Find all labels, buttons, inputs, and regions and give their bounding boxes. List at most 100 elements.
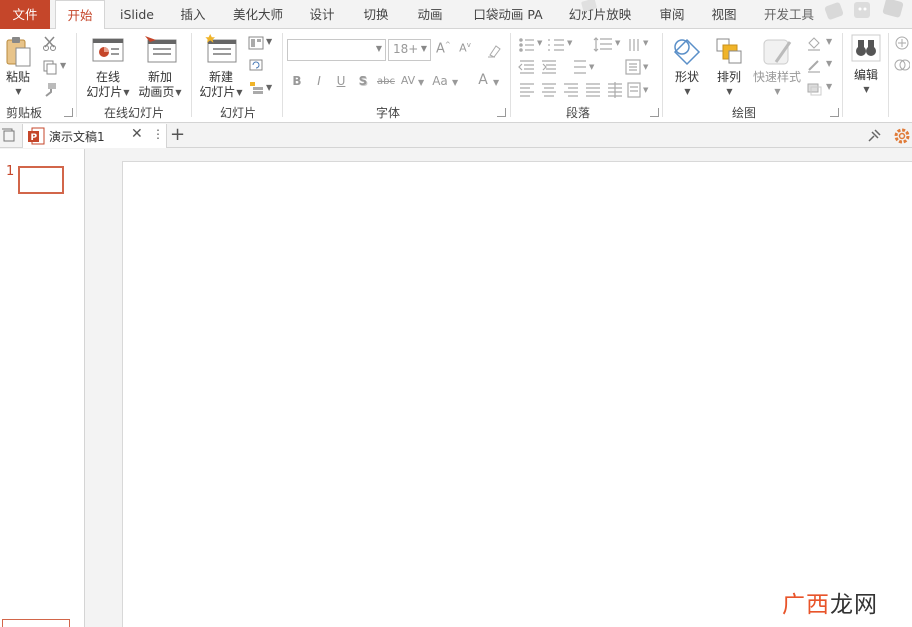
new-animation-page-icon xyxy=(145,36,177,63)
shapes-button[interactable]: 形状 ▼ xyxy=(668,34,706,100)
font-size-combobox[interactable]: 18+ ▼ xyxy=(388,39,431,61)
partial-thumbnail[interactable] xyxy=(2,619,70,627)
copy-dropdown-icon[interactable]: ▼ xyxy=(60,61,66,70)
grow-font-button[interactable]: A^ xyxy=(436,41,451,56)
paragraph-group-label: 段落 xyxy=(565,106,590,120)
svg-text:▼: ▼ xyxy=(537,39,543,47)
section-icon[interactable] xyxy=(248,80,264,96)
online-slide-button[interactable]: 在线 幻灯片▼ xyxy=(82,34,134,100)
new-slide-dropdown-icon: ▼ xyxy=(236,88,243,97)
shape-effects-icon[interactable] xyxy=(806,80,822,96)
find-binoculars-icon xyxy=(851,34,881,62)
clipboard-launcher-icon[interactable] xyxy=(64,108,73,117)
font-name-combobox[interactable]: ▼ xyxy=(287,39,386,61)
section-dropdown-icon[interactable]: ▼ xyxy=(266,83,272,92)
new-slide-button[interactable]: 新建 幻灯片▼ xyxy=(195,34,247,100)
close-tab-icon[interactable]: ✕ xyxy=(131,126,143,142)
strikethrough-button[interactable]: abc xyxy=(375,76,397,87)
more-options-icon[interactable]: ⋮ xyxy=(152,127,164,141)
new-animation-page-button[interactable]: 新加 动画页▼ xyxy=(134,34,186,100)
layout-icon[interactable] xyxy=(248,35,264,51)
open-documents-icon[interactable] xyxy=(1,128,17,144)
svg-text:▼: ▼ xyxy=(643,39,649,47)
powerpoint-window: 文件 开始 iSlide 插入 美化大师 设计 切换 动画 口袋动画 PA 幻灯… xyxy=(0,0,912,627)
font-color-dropdown-icon[interactable]: ▼ xyxy=(493,78,499,87)
tab-pocket-animation[interactable]: 口袋动画 PA xyxy=(468,0,548,29)
font-name-dropdown-icon: ▼ xyxy=(375,44,382,53)
arrange-label: 排列 xyxy=(716,70,741,84)
shape-fill-dropdown-icon[interactable]: ▼ xyxy=(826,37,832,46)
shrink-font-button[interactable]: Av xyxy=(458,41,472,55)
ribbon-home: 粘贴 ▼ ▼ 剪贴板 在线 幻灯片▼ 新加 动画页▼ 在线幻灯片 新建 幻灯片▼… xyxy=(0,29,912,123)
paragraph-launcher-icon[interactable] xyxy=(650,108,659,117)
shape-effects-dropdown-icon[interactable]: ▼ xyxy=(826,82,832,91)
new-animation-label-1: 新加 xyxy=(147,70,172,84)
tab-file[interactable]: 文件 xyxy=(0,0,50,29)
tab-beautify-master[interactable]: 美化大师 xyxy=(225,0,291,29)
tab-developer[interactable]: 开发工具 xyxy=(756,0,822,29)
change-case-button[interactable]: Aa xyxy=(430,74,450,88)
document-tab[interactable]: P 演示文稿1 ✕ ⋮ xyxy=(22,124,167,148)
layout-dropdown-icon[interactable]: ▼ xyxy=(266,37,272,46)
svg-text:▼: ▼ xyxy=(643,86,649,94)
addin-2-icon[interactable] xyxy=(894,57,910,73)
text-shadow-button[interactable]: S xyxy=(356,74,370,88)
paste-dropdown-icon: ▼ xyxy=(15,87,22,96)
tab-transitions[interactable]: 切换 xyxy=(352,0,400,29)
decor-mascot-icon xyxy=(824,0,904,20)
bold-button[interactable]: B xyxy=(290,74,304,88)
tab-islide[interactable]: iSlide xyxy=(112,0,162,29)
reset-slide-icon[interactable] xyxy=(248,57,264,73)
quick-styles-icon xyxy=(763,39,792,65)
decor-shape-icon xyxy=(581,0,597,12)
shapes-dropdown-icon: ▼ xyxy=(684,87,691,96)
tab-insert[interactable]: 插入 xyxy=(170,0,216,29)
arrange-button[interactable]: 排列 ▼ xyxy=(710,34,748,100)
ribbon-tab-bar: 文件 开始 iSlide 插入 美化大师 设计 切换 动画 口袋动画 PA 幻灯… xyxy=(0,0,912,30)
char-spacing-dropdown-icon[interactable]: ▼ xyxy=(418,78,424,87)
ppt-file-icon: P xyxy=(28,127,45,145)
italic-button[interactable]: I xyxy=(312,74,326,88)
font-color-button[interactable]: A xyxy=(476,72,490,88)
tab-animations[interactable]: 动画 xyxy=(406,0,454,29)
svg-text:▼: ▼ xyxy=(589,63,595,71)
tab-view[interactable]: 视图 xyxy=(702,0,746,29)
watermark: 广西龙网 xyxy=(782,585,878,619)
char-spacing-button[interactable]: AV xyxy=(399,74,417,87)
new-slide-icon xyxy=(205,34,237,63)
paste-button[interactable]: 粘贴 ▼ xyxy=(2,34,34,100)
shape-fill-icon[interactable] xyxy=(806,35,822,51)
arrange-icon xyxy=(716,38,742,64)
tab-design[interactable]: 设计 xyxy=(298,0,346,29)
tab-home[interactable]: 开始 xyxy=(55,0,105,30)
clear-formatting-icon[interactable] xyxy=(486,43,502,59)
quick-styles-dropdown-icon: ▼ xyxy=(774,87,781,96)
online-slide-label-1: 在线 xyxy=(95,70,120,84)
drawing-launcher-icon[interactable] xyxy=(830,108,839,117)
copy-icon[interactable] xyxy=(42,59,58,75)
new-slide-label-2: 幻灯片 xyxy=(199,85,236,99)
editing-button[interactable]: 编辑 ▼ xyxy=(848,34,884,100)
editing-dropdown-icon: ▼ xyxy=(863,85,870,94)
shape-outline-dropdown-icon[interactable]: ▼ xyxy=(826,59,832,68)
addin-icon[interactable] xyxy=(894,35,910,51)
paste-label: 粘贴 xyxy=(5,70,30,84)
underline-button[interactable]: U xyxy=(334,74,348,88)
font-launcher-icon[interactable] xyxy=(497,108,506,117)
change-case-dropdown-icon[interactable]: ▼ xyxy=(452,78,458,87)
svg-text:▼: ▼ xyxy=(567,39,573,47)
settings-gear-icon[interactable] xyxy=(893,127,911,145)
tab-review[interactable]: 审阅 xyxy=(650,0,694,29)
shape-outline-icon[interactable] xyxy=(806,57,822,73)
pin-ribbon-icon[interactable] xyxy=(866,128,882,144)
slide-canvas[interactable] xyxy=(122,161,912,627)
quick-styles-button[interactable]: 快速样式 ▼ xyxy=(750,34,804,100)
shapes-icon xyxy=(673,38,701,66)
drawing-group-label: 绘图 xyxy=(731,106,756,120)
slide-thumbnail[interactable] xyxy=(18,166,64,194)
paste-icon xyxy=(6,37,31,67)
new-tab-icon[interactable]: + xyxy=(170,124,185,145)
cut-icon[interactable] xyxy=(42,35,58,51)
format-painter-icon[interactable] xyxy=(42,82,58,98)
new-slide-label-1: 新建 xyxy=(208,70,233,84)
